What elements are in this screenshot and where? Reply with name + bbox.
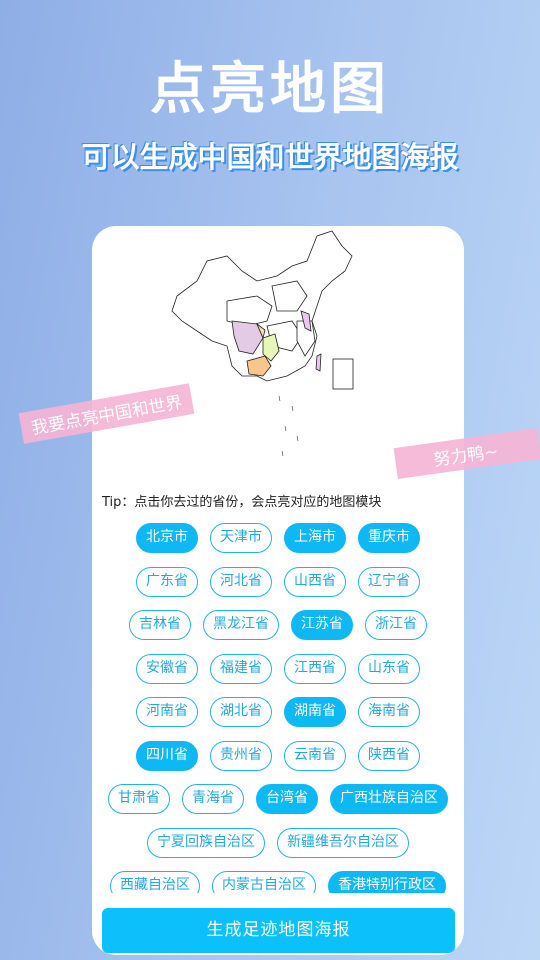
province-chip[interactable]: 浙江省 <box>365 610 427 640</box>
province-chip[interactable]: 吉林省 <box>129 610 191 640</box>
province-chip[interactable]: 香港特别行政区 <box>328 871 446 893</box>
province-chip[interactable]: 天津市 <box>210 523 272 553</box>
province-chip-list: 北京市 天津市 上海市 重庆市 广东省 河北省 山西省 辽宁省 吉林省 黑龙江省 江苏省 浙江省 安徽省… <box>92 523 464 893</box>
province-chip[interactable]: 广西壮族自治区 <box>330 784 448 814</box>
page-subtitle: 可以生成中国和世界地图海报 <box>81 140 459 174</box>
map-south-sea-inset <box>332 358 354 390</box>
province-chip[interactable]: 重庆市 <box>358 523 420 553</box>
chip-row: 吉林省 黑龙江省 江苏省 浙江省 <box>92 610 464 640</box>
tip-text: Tip：点击你去过的省份，会点亮对应的地图模块 <box>102 495 382 510</box>
province-chip[interactable]: 内蒙古自治区 <box>212 871 316 893</box>
province-chip[interactable]: 云南省 <box>284 740 346 771</box>
province-chip[interactable]: 海南省 <box>358 697 420 727</box>
chip-row: 安徽省 福建省 江西省 山东省 <box>92 653 464 684</box>
province-chip[interactable]: 贵州省 <box>210 740 272 771</box>
province-chip[interactable]: 西藏自治区 <box>110 871 200 893</box>
province-chip[interactable]: 黑龙江省 <box>203 610 279 640</box>
province-chip[interactable]: 辽宁省 <box>358 566 420 597</box>
chip-row: 西藏自治区 内蒙古自治区 香港特别行政区 <box>92 871 464 893</box>
chip-row: 北京市 天津市 上海市 重庆市 <box>92 523 464 553</box>
chip-row: 甘肃省 青海省 台湾省 广西壮族自治区 <box>92 784 464 814</box>
china-map[interactable] <box>167 226 367 466</box>
province-chip[interactable]: 四川省 <box>136 740 198 771</box>
province-chip[interactable]: 青海省 <box>182 784 244 814</box>
province-chip[interactable]: 陕西省 <box>358 740 420 771</box>
province-chip[interactable]: 宁夏回族自治区 <box>147 827 265 858</box>
chip-row: 广东省 河北省 山西省 辽宁省 <box>92 566 464 597</box>
province-chip[interactable]: 北京市 <box>136 523 198 553</box>
province-chip[interactable]: 上海市 <box>284 523 346 553</box>
province-chip[interactable]: 安徽省 <box>136 653 198 684</box>
province-chip[interactable]: 山西省 <box>284 566 346 597</box>
page-title: 点亮地图 <box>150 57 390 122</box>
province-chip[interactable]: 广东省 <box>136 566 198 597</box>
map-card: Tip：点击你去过的省份，会点亮对应的地图模块 北京市 天津市 上海市 重庆市 广东省河… <box>92 226 464 955</box>
chip-row: 河南省 湖北省 湖南省 海南省 <box>92 697 464 727</box>
chip-row: 四川省 贵州省 云南省 陕西省 <box>92 740 464 771</box>
province-chip[interactable]: 河南省 <box>136 697 198 727</box>
province-chip[interactable]: 台湾省 <box>256 784 318 814</box>
province-chip[interactable]: 甘肃省 <box>108 784 170 814</box>
chip-row: 宁夏回族自治区 新疆维吾尔自治区 <box>92 827 464 858</box>
province-chip[interactable]: 湖北省 <box>210 697 272 727</box>
generate-poster-button[interactable]: 生成足迹地图海报 <box>102 908 455 953</box>
province-chip[interactable]: 江西省 <box>284 653 346 684</box>
province-chip[interactable]: 河北省 <box>210 566 272 597</box>
province-chip[interactable]: 湖南省 <box>284 697 346 727</box>
map-region-taiwan <box>315 353 322 372</box>
province-chip[interactable]: 江苏省 <box>291 610 353 640</box>
province-chip[interactable]: 新疆维吾尔自治区 <box>277 827 409 858</box>
province-chip[interactable]: 福建省 <box>210 653 272 684</box>
province-chip[interactable]: 山东省 <box>358 653 420 684</box>
